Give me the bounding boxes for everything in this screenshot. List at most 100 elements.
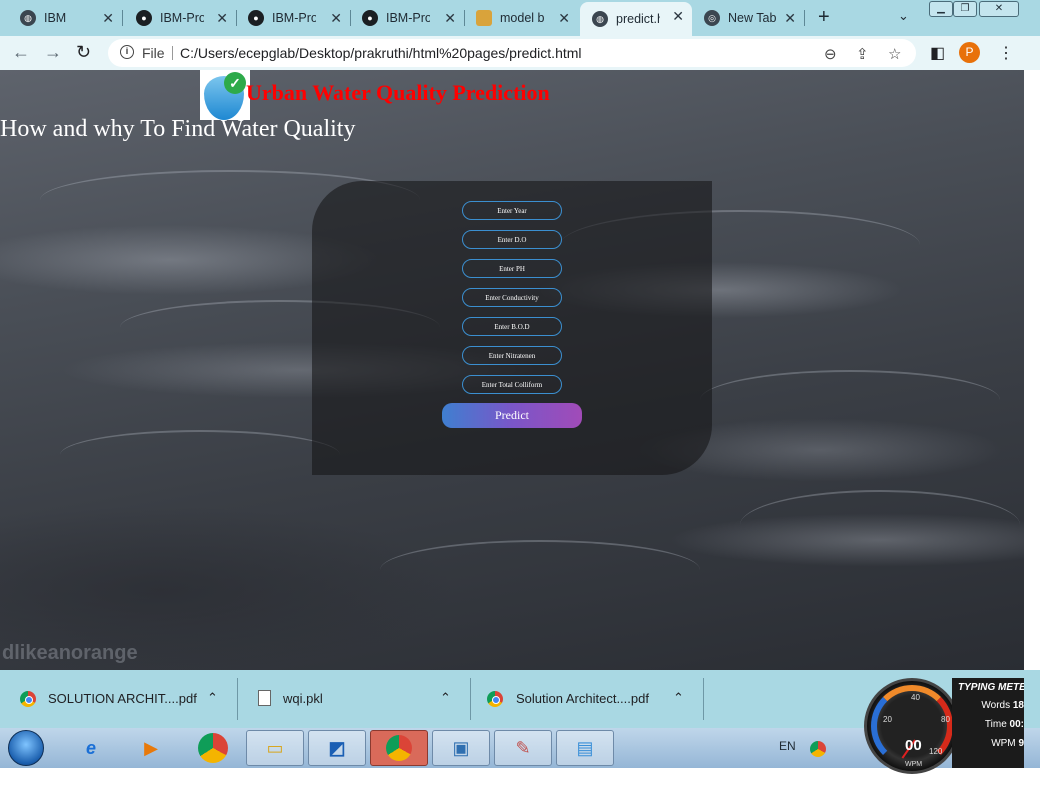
tab-ibm-project-3[interactable]: ● IBM-Proje ✕ bbox=[350, 4, 465, 32]
typing-meter-panel: TYPING METE Words 18 Time 00: WPM 9 bbox=[952, 678, 1024, 768]
reload-icon[interactable]: ↻ bbox=[76, 42, 91, 63]
words-value: 18 bbox=[1012, 700, 1024, 711]
file-explorer-icon[interactable]: ▭ bbox=[246, 730, 304, 766]
zoom-icon[interactable]: ⊖ bbox=[824, 45, 837, 63]
tab-title: IBM bbox=[44, 11, 67, 25]
start-orb-icon[interactable] bbox=[8, 730, 44, 766]
app-icon[interactable]: ◩ bbox=[308, 730, 366, 766]
address-bar[interactable]: i File C:/Users/ecepglab/Desktop/prakrut… bbox=[108, 39, 916, 67]
site-info-icon[interactable]: i bbox=[120, 45, 134, 59]
tab-search-chevron-icon[interactable]: ⌄ bbox=[898, 8, 909, 24]
tab-ibm-project-2[interactable]: ● IBM-Proje ✕ bbox=[236, 4, 351, 32]
page-viewport: ✓ Urban Water Quality Prediction How and… bbox=[0, 70, 1024, 670]
paint-icon[interactable]: ✎ bbox=[494, 730, 552, 766]
chevron-up-icon[interactable]: ⌃ bbox=[207, 690, 218, 706]
wpm-value: 9 bbox=[1018, 738, 1024, 749]
github-icon: ● bbox=[362, 10, 378, 26]
download-filename: SOLUTION ARCHIT....pdf bbox=[48, 691, 197, 706]
wpm-row: WPM 9 bbox=[952, 738, 1024, 749]
forward-arrow-icon[interactable]: → bbox=[44, 42, 62, 63]
screen: ◍ IBM ✕ ● IBM-Proje ✕ ● IBM-Proje ✕ ● IB… bbox=[0, 0, 1040, 800]
conductivity-input[interactable] bbox=[462, 288, 562, 307]
water-drop-logo: ✓ bbox=[200, 70, 250, 120]
chevron-up-icon[interactable]: ⌃ bbox=[673, 690, 684, 706]
page-subheading: How and why To Find Water Quality bbox=[0, 116, 356, 142]
bod-input[interactable] bbox=[462, 317, 562, 336]
chrome-icon bbox=[487, 691, 503, 707]
tab-ibm[interactable]: ◍ IBM ✕ bbox=[0, 4, 123, 32]
file-icon bbox=[258, 690, 271, 706]
page-title: Urban Water Quality Prediction bbox=[246, 80, 550, 105]
checkmark-icon: ✓ bbox=[224, 72, 246, 94]
words-row: Words 18 bbox=[952, 700, 1024, 711]
tab-title: IBM-Proje bbox=[160, 11, 204, 25]
download-filename: Solution Architect....pdf bbox=[516, 691, 649, 706]
chevron-up-icon[interactable]: ⌃ bbox=[440, 690, 451, 706]
download-divider bbox=[703, 678, 704, 720]
time-value: 00: bbox=[1009, 719, 1024, 730]
wave-decoration bbox=[740, 490, 1020, 560]
tab-ibm-project-1[interactable]: ● IBM-Proje ✕ bbox=[122, 4, 237, 32]
close-window-button[interactable]: ✕ bbox=[979, 1, 1019, 17]
media-player-icon[interactable]: ▶ bbox=[122, 730, 180, 766]
minimize-button[interactable]: ▁ bbox=[929, 1, 953, 17]
wave-decoration bbox=[380, 540, 700, 600]
download-item[interactable]: wqi.pkl ⌃ bbox=[238, 670, 471, 728]
prediction-form: Predict bbox=[312, 181, 712, 475]
chrome-icon bbox=[198, 733, 228, 763]
url-text[interactable]: C:/Users/ecepglab/Desktop/prakruthi/html… bbox=[180, 45, 582, 61]
share-icon[interactable]: ⇪ bbox=[856, 45, 869, 63]
globe-icon: ◍ bbox=[20, 10, 36, 26]
gauge-value: 00 bbox=[905, 737, 922, 754]
close-icon[interactable]: ✕ bbox=[672, 8, 684, 25]
menu-kebab-icon[interactable]: ⋮ bbox=[998, 43, 1014, 63]
bookmark-star-icon[interactable]: ☆ bbox=[888, 45, 901, 63]
tab-predict[interactable]: ◍ predict.ht ✕ bbox=[580, 2, 692, 36]
side-panel-icon[interactable]: ◧ bbox=[930, 43, 945, 63]
time-row: Time 00: bbox=[952, 719, 1024, 730]
download-item[interactable]: SOLUTION ARCHIT....pdf ⌃ bbox=[0, 670, 238, 728]
new-tab-plus-icon[interactable]: + bbox=[818, 6, 830, 29]
image-watermark: dlikeanorange bbox=[2, 642, 138, 664]
tab-divider bbox=[804, 10, 805, 26]
do-input[interactable] bbox=[462, 230, 562, 249]
predict-button[interactable]: Predict bbox=[442, 403, 582, 428]
back-arrow-icon[interactable]: ← bbox=[12, 42, 30, 63]
words-label: Words bbox=[981, 700, 1011, 711]
photo-viewer-icon[interactable]: ▣ bbox=[432, 730, 490, 766]
chrome-icon bbox=[386, 735, 412, 761]
gauge-tick: 40 bbox=[911, 693, 920, 702]
download-item[interactable]: Solution Architect....pdf ⌃ bbox=[471, 670, 704, 728]
tab-title: New Tab bbox=[728, 11, 777, 25]
chrome-taskbar-button[interactable] bbox=[184, 730, 242, 766]
close-icon[interactable]: ✕ bbox=[216, 10, 228, 27]
notepad-icon[interactable]: ▤ bbox=[556, 730, 614, 766]
github-icon: ● bbox=[248, 10, 264, 26]
internet-explorer-icon[interactable]: e bbox=[62, 730, 120, 766]
github-icon: ● bbox=[136, 10, 152, 26]
close-icon[interactable]: ✕ bbox=[558, 10, 570, 27]
close-icon[interactable]: ✕ bbox=[784, 10, 796, 27]
close-icon[interactable]: ✕ bbox=[330, 10, 342, 27]
chrome-icon: ◎ bbox=[704, 10, 720, 26]
chrome-tray-icon[interactable] bbox=[810, 741, 826, 757]
maximize-button[interactable]: ❐ bbox=[953, 1, 977, 17]
tab-strip: ◍ IBM ✕ ● IBM-Proje ✕ ● IBM-Proje ✕ ● IB… bbox=[0, 0, 1040, 36]
close-icon[interactable]: ✕ bbox=[102, 10, 114, 27]
tab-model-building[interactable]: model bu ✕ bbox=[464, 4, 578, 32]
tab-new-tab[interactable]: ◎ New Tab ✕ bbox=[692, 4, 805, 32]
gauge-tick: 80 bbox=[941, 715, 950, 724]
language-indicator[interactable]: EN bbox=[779, 739, 796, 753]
wave-decoration bbox=[700, 370, 1000, 430]
gauge-tick: 120 bbox=[929, 747, 943, 756]
chrome-active-button[interactable] bbox=[370, 730, 428, 766]
total-coliform-input[interactable] bbox=[462, 375, 562, 394]
profile-avatar[interactable]: P bbox=[959, 42, 980, 63]
year-input[interactable] bbox=[462, 201, 562, 220]
ph-input[interactable] bbox=[462, 259, 562, 278]
close-icon[interactable]: ✕ bbox=[444, 10, 456, 27]
nitratenen-input[interactable] bbox=[462, 346, 562, 365]
jupyter-icon bbox=[476, 10, 492, 26]
globe-icon: ◍ bbox=[592, 11, 608, 27]
typing-meter-title: TYPING METE bbox=[958, 682, 1024, 693]
